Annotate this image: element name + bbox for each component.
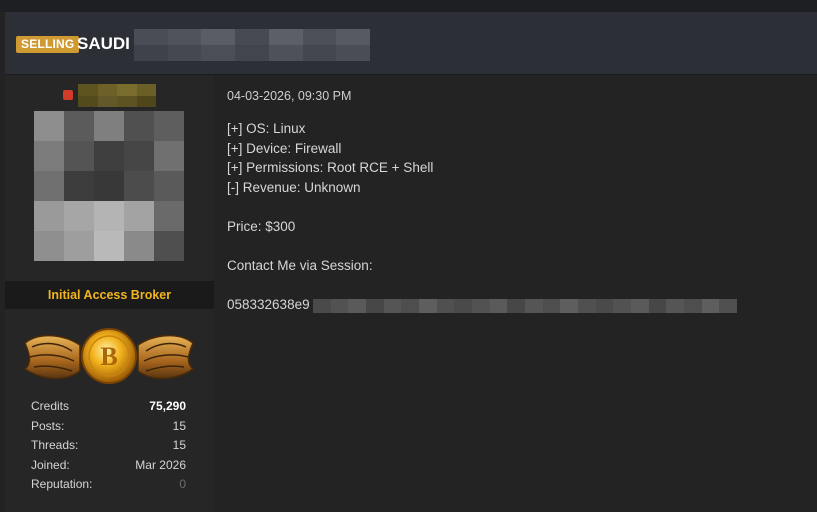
redacted-title-block <box>134 29 370 61</box>
stat-joined: Joined: Mar 2026 <box>31 457 186 472</box>
thread-header: SELLING SAUDI <box>5 12 817 75</box>
bitcoin-emblem-icon: B <box>23 328 195 384</box>
avatar[interactable] <box>34 111 184 261</box>
stat-threads: Threads: 15 <box>31 438 186 452</box>
status-indicator <box>63 90 73 100</box>
svg-text:B: B <box>100 342 117 371</box>
redacted-contact-id <box>313 298 737 313</box>
post-line-device: [+] Device: Firewall <box>227 140 342 156</box>
post-price: Price: $300 <box>227 218 296 234</box>
post-contact-id: 058332638e9 <box>227 295 797 315</box>
redacted-username[interactable] <box>78 84 156 107</box>
top-strip <box>0 0 817 12</box>
selling-badge: SELLING <box>16 36 80 53</box>
author-stats: Credits 75,290 Posts: 15 Threads: 15 Joi… <box>31 397 186 495</box>
post-contact-label: Contact Me via Session: <box>227 257 373 273</box>
post-line-revenue: [-] Revenue: Unknown <box>227 179 361 195</box>
post-line-permissions: [+] Permissions: Root RCE + Shell <box>227 160 434 175</box>
stat-credits: Credits 75,290 <box>31 399 186 413</box>
author-sidebar: Initial Access Broker B Credits 75,290 P… <box>5 75 214 512</box>
post-line-os: [+] OS: Linux <box>227 121 306 136</box>
stat-reputation: Reputation: 0 <box>31 477 186 491</box>
stat-posts: Posts: 15 <box>31 418 186 433</box>
post-date[interactable]: 04-03-2026, 09:30 PM <box>227 89 797 103</box>
thread-title[interactable]: SAUDI <box>77 34 130 54</box>
user-role: Initial Access Broker <box>5 281 214 309</box>
post-body: 04-03-2026, 09:30 PM [+] OS: Linux [+] D… <box>227 89 797 314</box>
